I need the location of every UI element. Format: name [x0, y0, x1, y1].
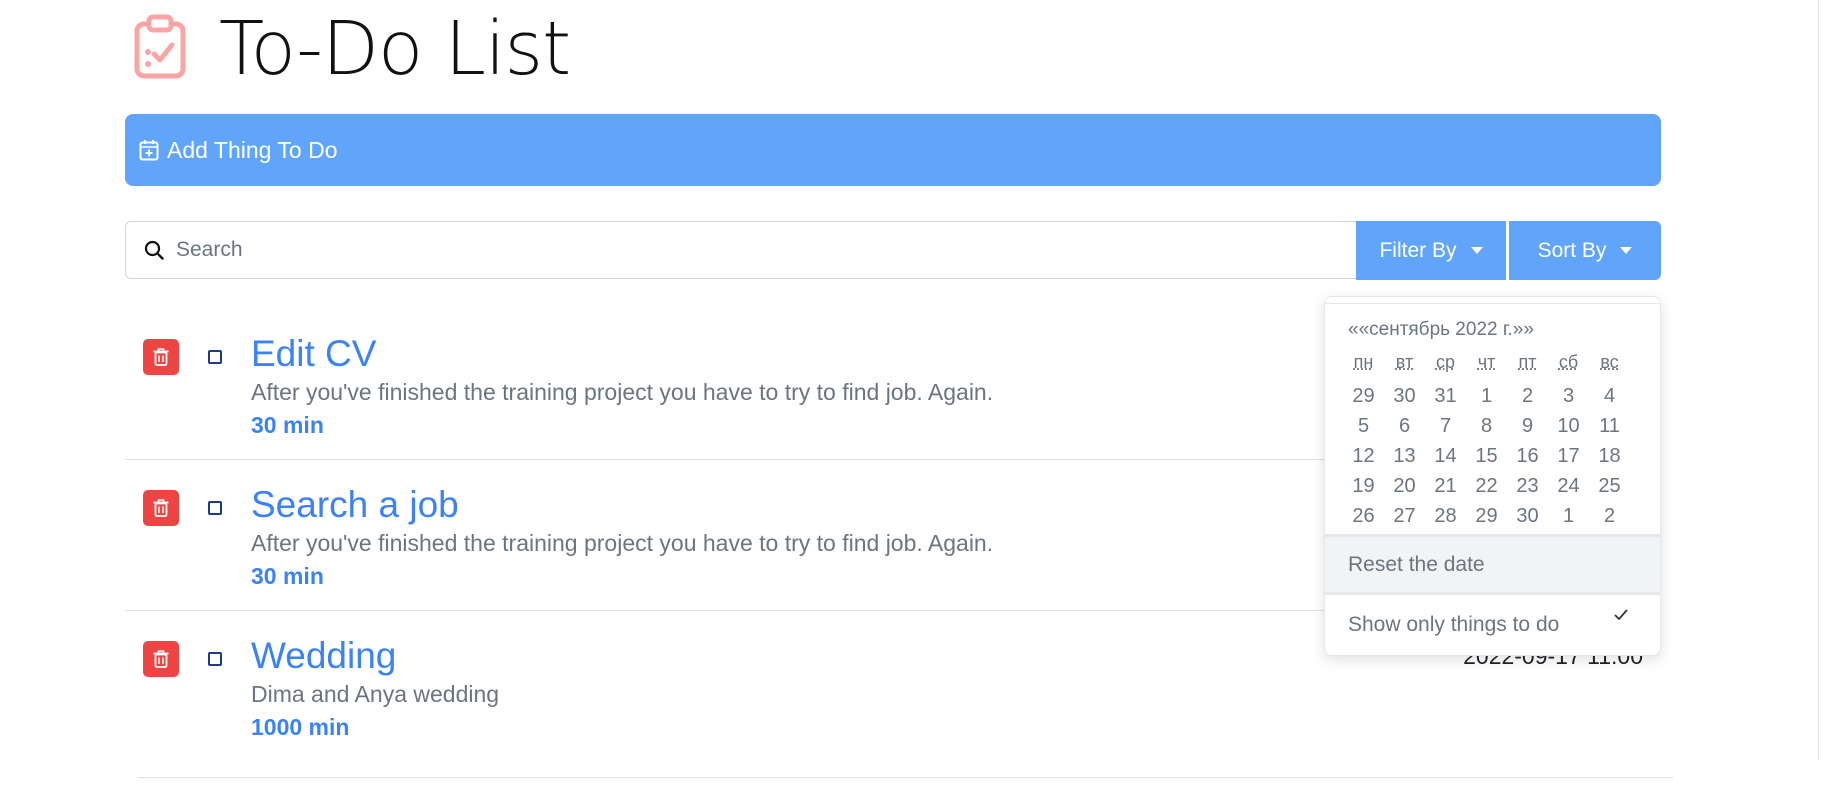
calendar-day[interactable]: 19: [1343, 471, 1384, 501]
calendar-day[interactable]: 23: [1507, 471, 1548, 501]
calendar-day[interactable]: 31: [1425, 381, 1466, 411]
calendar-day[interactable]: 1: [1466, 381, 1507, 411]
add-thing-label: Add Thing To Do: [167, 136, 338, 163]
page-title: To-Do List: [219, 6, 571, 92]
calendar-day[interactable]: 9: [1507, 411, 1548, 441]
calendar-day[interactable]: 14: [1425, 441, 1466, 471]
calendar-plus-icon: [139, 140, 159, 161]
clipboard-check-icon: [134, 14, 186, 79]
calendar-weekday: вс: [1600, 352, 1619, 372]
scrollbar-track[interactable]: [1818, 0, 1819, 760]
show-only-todo-item[interactable]: Show only things to do: [1325, 595, 1660, 655]
calendar-day[interactable]: 17: [1548, 441, 1589, 471]
delete-button[interactable]: [143, 339, 179, 375]
list-divider: [138, 777, 1673, 778]
search-row: Filter By Sort By: [125, 221, 1661, 280]
filter-by-button[interactable]: Filter By: [1356, 221, 1509, 280]
calendar-weekday: ср: [1435, 352, 1455, 372]
calendar-day[interactable]: 30: [1384, 381, 1425, 411]
calendar-day[interactable]: 1: [1548, 501, 1589, 531]
calendar-day[interactable]: 20: [1384, 471, 1425, 501]
todo-description: After you've finished the training proje…: [251, 379, 994, 405]
calendar-day[interactable]: 2: [1507, 381, 1548, 411]
calendar-day[interactable]: 16: [1507, 441, 1548, 471]
calendar-weekday: сб: [1558, 352, 1579, 372]
reset-date-label: Reset the date: [1348, 552, 1485, 576]
todo-description: After you've finished the training proje…: [251, 530, 994, 556]
trash-icon: [153, 348, 169, 366]
calendar-day[interactable]: 4: [1589, 381, 1630, 411]
calendar-day[interactable]: 8: [1466, 411, 1507, 441]
calendar-day[interactable]: 3: [1548, 381, 1589, 411]
todo-checkbox[interactable]: [208, 652, 222, 666]
search-input[interactable]: [174, 237, 1356, 263]
header: To-Do List: [133, 6, 571, 92]
todo-description: Dima and Anya wedding: [251, 681, 500, 707]
caret-down-icon: [1470, 247, 1483, 254]
calendar-day[interactable]: 30: [1507, 501, 1548, 531]
calendar-day[interactable]: 12: [1343, 441, 1384, 471]
calendar-day[interactable]: 2: [1589, 501, 1630, 531]
todo-duration: 30 min: [251, 412, 324, 438]
todo-duration: 1000 min: [251, 714, 350, 740]
calendar-day[interactable]: 22: [1466, 471, 1507, 501]
calendar-day[interactable]: 11: [1589, 411, 1630, 441]
add-thing-button[interactable]: Add Thing To Do: [125, 114, 1661, 186]
calendar-day[interactable]: 27: [1384, 501, 1425, 531]
filter-dropdown-menu: ««сентябрь 2022 г.»» пн вт ср чт пт сб вс 29 30 3…: [1324, 296, 1661, 656]
todo-title[interactable]: Edit CV: [251, 335, 376, 372]
calendar-day[interactable]: 7: [1425, 411, 1466, 441]
reset-date-item[interactable]: Reset the date: [1325, 537, 1660, 592]
calendar-day[interactable]: 29: [1343, 381, 1384, 411]
todo-title[interactable]: Wedding: [251, 637, 396, 674]
search-box: [125, 221, 1356, 279]
calendar-day[interactable]: 5: [1343, 411, 1384, 441]
caret-down-icon: [1620, 247, 1633, 254]
calendar-day[interactable]: 26: [1343, 501, 1384, 531]
calendar-day[interactable]: 6: [1384, 411, 1425, 441]
calendar-weekday: пн: [1353, 352, 1374, 372]
todo-checkbox[interactable]: [208, 350, 222, 364]
calendar-day[interactable]: 28: [1425, 501, 1466, 531]
trash-icon: [153, 499, 169, 517]
search-icon: [144, 240, 164, 260]
calendar-day[interactable]: 18: [1589, 441, 1630, 471]
todo-duration: 30 min: [251, 563, 324, 589]
calendar-day[interactable]: 29: [1466, 501, 1507, 531]
page: To-Do List Add Thing To Do Filter By Sor…: [0, 0, 1821, 799]
filter-by-label: Filter By: [1379, 238, 1457, 262]
sort-by-button[interactable]: Sort By: [1509, 221, 1661, 280]
delete-button[interactable]: [143, 490, 179, 526]
calendar-day[interactable]: 10: [1548, 411, 1589, 441]
calendar-day[interactable]: 13: [1384, 441, 1425, 471]
calendar-grid: пн вт ср чт пт сб вс 29 30 31 1 2 3 4 5 6 7 8 9 10 11 12 13 14 1…: [1343, 351, 1630, 531]
calendar-day[interactable]: 24: [1548, 471, 1589, 501]
calendar-day[interactable]: 15: [1466, 441, 1507, 471]
trash-icon: [153, 650, 169, 668]
dropdown-top-divider: [1325, 300, 1660, 304]
todo-checkbox[interactable]: [208, 501, 222, 515]
calendar-weekday: чт: [1477, 352, 1496, 372]
todo-title[interactable]: Search a job: [251, 486, 459, 523]
show-only-todo-label: Show only things to do: [1348, 613, 1560, 636]
calendar-day[interactable]: 21: [1425, 471, 1466, 501]
calendar-weekday: пт: [1518, 352, 1537, 372]
sort-by-label: Sort By: [1537, 238, 1607, 262]
calendar-month-header[interactable]: ««сентябрь 2022 г.»»: [1348, 319, 1534, 341]
delete-button[interactable]: [143, 641, 179, 677]
check-icon: [1614, 609, 1628, 620]
calendar-weekday: вт: [1395, 352, 1414, 372]
calendar-day[interactable]: 25: [1589, 471, 1630, 501]
